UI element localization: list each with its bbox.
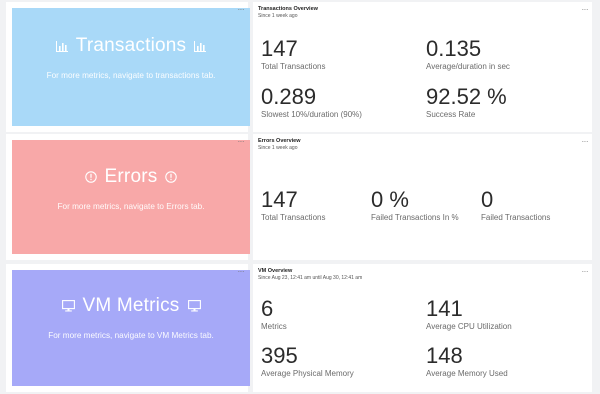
metric-value: 148 [426, 343, 463, 368]
metric-slowest-duration: 0.289 Slowest 10%/duration (90%) [261, 84, 362, 120]
metric-failed-transactions: 0 Failed Transactions [481, 187, 551, 223]
metric-value: 147 [261, 36, 298, 61]
vm-banner-subtitle: For more metrics, navigate to VM Metrics… [48, 331, 214, 340]
metric-total-transactions: 147 Total Transactions [261, 36, 326, 72]
metric-failed-transactions-percent: 0 % Failed Transactions In % [371, 187, 459, 223]
monitor-icon [61, 300, 75, 312]
transactions-banner-title: Transactions [75, 35, 187, 56]
errors-banner[interactable]: Errors For more metrics, navigate to Err… [12, 140, 250, 254]
metric-value: 0 % [371, 187, 409, 212]
metric-value: 147 [261, 187, 298, 212]
transactions-banner-menu-button[interactable]: ··· [238, 6, 245, 14]
panel-menu-button[interactable]: ··· [582, 6, 589, 14]
vm-banner-title: VM Metrics [82, 295, 180, 316]
transactions-banner-subtitle: For more metrics, navigate to transactio… [46, 71, 216, 80]
panel-menu-button[interactable]: ··· [582, 138, 589, 146]
errors-overview-panel: Errors Overview Since 1 week ago ··· 147… [253, 134, 592, 260]
errors-row: Errors For more metrics, navigate to Err… [0, 134, 600, 260]
metric-value: 0.289 [261, 84, 317, 109]
metric-value: 141 [426, 296, 463, 321]
metric-label: Failed Transactions [481, 213, 551, 222]
panel-subtitle: Since 1 week ago [258, 13, 298, 19]
metric-label: Success Rate [426, 110, 476, 119]
transactions-banner[interactable]: Transactions For more metrics, navigate … [12, 8, 250, 126]
errors-banner-title: Errors [104, 166, 158, 187]
bar-chart-icon [194, 40, 207, 52]
metric-label: Total Transactions [261, 213, 326, 222]
vm-row: VM Metrics For more metrics, navigate to… [0, 264, 600, 392]
metric-label: Average/duration in sec [426, 62, 510, 71]
metric-label: Average Memory Used [426, 369, 508, 378]
panel-title: Transactions Overview [258, 6, 318, 12]
metric-value: 92.52 % [426, 84, 507, 109]
transactions-row: Transactions For more metrics, navigate … [0, 2, 600, 132]
errors-banner-card: Errors For more metrics, navigate to Err… [6, 134, 250, 260]
errors-banner-subtitle: For more metrics, navigate to Errors tab… [57, 202, 205, 211]
metric-success-rate: 92.52 % Success Rate [426, 84, 507, 120]
metric-metrics-count: 6 Metrics [261, 296, 287, 332]
errors-banner-menu-button[interactable]: ··· [238, 138, 245, 146]
panel-subtitle: Since 1 week ago [258, 145, 298, 151]
metric-label: Failed Transactions In % [371, 213, 459, 222]
metric-average-memory-used: 148 Average Memory Used [426, 343, 508, 379]
panel-menu-button[interactable]: ··· [582, 268, 589, 276]
vm-banner-menu-button[interactable]: ··· [238, 268, 245, 276]
metric-label: Average CPU Utilization [426, 322, 512, 331]
metric-label: Metrics [261, 322, 287, 331]
metric-label: Total Transactions [261, 62, 326, 71]
transactions-overview-panel: Transactions Overview Since 1 week ago ·… [253, 2, 592, 132]
metric-average-physical-memory: 395 Average Physical Memory [261, 343, 354, 379]
vm-banner[interactable]: VM Metrics For more metrics, navigate to… [12, 270, 250, 386]
panel-title: Errors Overview [258, 138, 301, 144]
info-circle-icon [165, 171, 178, 183]
panel-subtitle: Since Aug 23, 12:41 am until Aug 30, 12:… [258, 275, 363, 281]
metric-average-cpu: 141 Average CPU Utilization [426, 296, 512, 332]
metric-total-transactions: 147 Total Transactions [261, 187, 326, 223]
panel-title: VM Overview [258, 268, 293, 274]
monitor-icon [187, 300, 201, 312]
metric-value: 395 [261, 343, 298, 368]
metric-value: 0 [481, 187, 494, 212]
metric-value: 0.135 [426, 36, 482, 61]
bar-chart-icon [55, 40, 68, 52]
info-circle-icon [84, 171, 97, 183]
vm-banner-card: VM Metrics For more metrics, navigate to… [6, 264, 250, 392]
vm-overview-panel: VM Overview Since Aug 23, 12:41 am until… [253, 264, 592, 392]
transactions-banner-card: Transactions For more metrics, navigate … [6, 2, 250, 132]
metric-label: Average Physical Memory [261, 369, 354, 378]
metric-label: Slowest 10%/duration (90%) [261, 110, 362, 119]
metric-value: 6 [261, 296, 274, 321]
metric-average-duration: 0.135 Average/duration in sec [426, 36, 510, 72]
